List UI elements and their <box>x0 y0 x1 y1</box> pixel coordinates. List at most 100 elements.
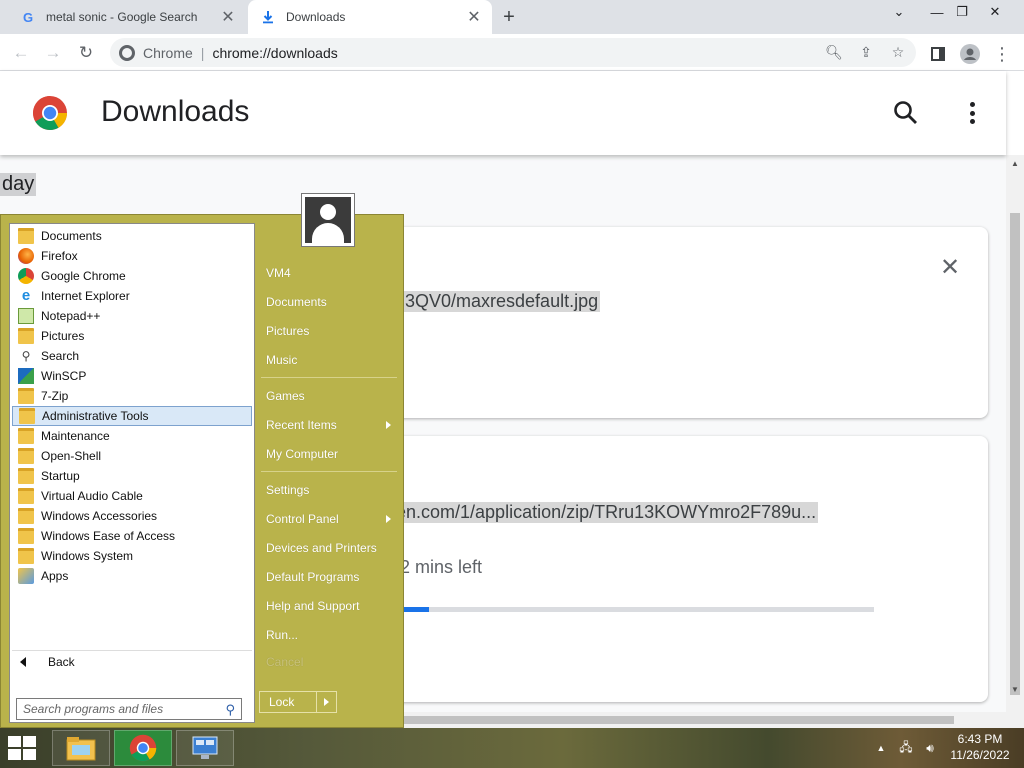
remove-download-icon[interactable]: ✕ <box>938 254 962 281</box>
side-panel-icon[interactable] <box>926 42 950 66</box>
program-label: Firefox <box>41 249 78 263</box>
browser-toolbar: ← → ↻ Chrome | chrome://downloads 🔍︎ ⇪ ☆… <box>0 34 1024 71</box>
forward-button[interactable]: → <box>40 40 66 66</box>
back-arrow-icon <box>20 656 26 667</box>
start-item-help-support[interactable]: Help and Support <box>261 595 399 617</box>
restore-button[interactable]: ❐ <box>945 0 979 24</box>
folder-icon <box>18 488 34 504</box>
remote-desktop-icon <box>192 736 218 759</box>
search-downloads-icon[interactable] <box>892 99 920 127</box>
start-item-games[interactable]: Games <box>261 385 399 407</box>
taskbar-google-chrome[interactable] <box>114 730 172 766</box>
start-item-run[interactable]: Run... <box>261 624 399 646</box>
url-text: chrome://downloads <box>212 44 338 61</box>
folder-icon <box>18 468 34 484</box>
clock-date: 11/26/2022 <box>950 748 1010 762</box>
more-actions-icon[interactable] <box>960 99 984 127</box>
taskbar-remote-app[interactable] <box>176 730 234 766</box>
network-icon[interactable]: 🖧︎ <box>896 739 916 757</box>
scroll-down-arrow-icon[interactable]: ▼ <box>1006 681 1024 697</box>
program-item[interactable]: 7-Zip <box>12 386 252 406</box>
reload-button[interactable]: ↻ <box>73 40 99 66</box>
shutdown-options-button[interactable] <box>316 691 337 713</box>
program-item[interactable]: Pictures <box>12 326 252 346</box>
taskbar: ▲ 🖧︎ 🔊︎ 6:43 PM 11/26/2022 <box>0 728 1024 768</box>
close-tab-icon[interactable]: ✕ <box>218 7 238 27</box>
scroll-up-arrow-icon[interactable]: ▲ <box>1006 155 1024 171</box>
search-icon[interactable]: ⚲ <box>225 702 235 718</box>
program-label: Notepad++ <box>41 309 101 323</box>
search-placeholder: Search programs and files <box>23 702 164 716</box>
address-bar[interactable]: Chrome | chrome://downloads <box>110 38 916 67</box>
program-item[interactable]: Apps <box>12 566 252 586</box>
lock-button[interactable]: Lock <box>259 691 317 713</box>
user-avatar[interactable] <box>301 193 355 247</box>
internet-explorer-icon: e <box>21 287 31 304</box>
program-item[interactable]: Windows System <box>12 546 252 566</box>
chrome-menu-icon[interactable]: ⋮ <box>990 42 1014 66</box>
back-button[interactable]: ← <box>8 40 34 66</box>
program-label: Windows Ease of Access <box>41 529 176 543</box>
folder-icon <box>18 548 34 564</box>
program-item[interactable]: WinSCP <box>12 366 252 386</box>
tab-google-search[interactable]: G metal sonic - Google Search ✕ <box>8 0 246 34</box>
page-title: Downloads <box>101 95 250 128</box>
system-clock[interactable]: 6:43 PM 11/26/2022 <box>940 731 1020 763</box>
file-explorer-icon <box>66 737 96 761</box>
vertical-scrollbar[interactable]: ▲ ▼ <box>1006 155 1024 728</box>
program-item[interactable]: Virtual Audio Cable <box>12 486 252 506</box>
start-item-music[interactable]: Music <box>261 349 399 371</box>
chrome-logo-icon <box>32 95 68 131</box>
close-tab-icon[interactable]: ✕ <box>464 7 484 27</box>
start-item-my-computer[interactable]: My Computer <box>261 443 399 465</box>
tab-title: metal sonic - Google Search <box>46 10 198 24</box>
program-item[interactable]: Documents <box>12 226 252 246</box>
chevron-right-icon <box>324 698 329 706</box>
download-card: xxxxxxxxxxx3QV0/maxresdefault.jpg ✕ <box>304 227 988 418</box>
program-item[interactable]: Startup <box>12 466 252 486</box>
program-label: Virtual Audio Cable <box>41 489 143 503</box>
divider: | <box>200 44 205 61</box>
start-search-input[interactable]: Search programs and files ⚲ <box>16 698 242 720</box>
program-item[interactable]: Firefox <box>12 246 252 266</box>
taskbar-file-explorer[interactable] <box>52 730 110 766</box>
program-item[interactable]: Open-Shell <box>12 446 252 466</box>
back-button[interactable]: Back <box>12 650 252 672</box>
program-item[interactable]: Google Chrome <box>12 266 252 286</box>
bookmark-star-icon[interactable]: ☆ <box>886 40 910 64</box>
close-window-button[interactable]: ✕ <box>978 0 1012 24</box>
start-item-devices-printers[interactable]: Devices and Printers <box>261 537 399 559</box>
tab-strip: G metal sonic - Google Search ✕ Download… <box>0 0 1024 34</box>
winscp-icon <box>18 368 34 384</box>
program-item[interactable]: ⚲ Search <box>12 346 252 366</box>
program-item[interactable]: Windows Ease of Access <box>12 526 252 546</box>
start-item-recent-items[interactable]: Recent Items <box>261 414 399 436</box>
volume-icon[interactable]: 🔊︎ <box>920 739 940 757</box>
program-label: Open-Shell <box>41 449 102 463</box>
tab-downloads[interactable]: Downloads ✕ <box>248 0 492 34</box>
start-item-control-panel[interactable]: Control Panel <box>261 508 399 530</box>
windows-start-button[interactable] <box>8 736 38 760</box>
program-item[interactable]: e Internet Explorer <box>12 286 252 306</box>
folder-icon <box>18 448 34 464</box>
download-status: 2 mins left <box>400 557 483 577</box>
tab-search-chevron-icon[interactable]: ⌄ <box>882 0 916 24</box>
start-item-user[interactable]: VM4 <box>261 262 399 284</box>
program-item[interactable]: Windows Accessories <box>12 506 252 526</box>
show-hidden-icons-icon[interactable]: ▲ <box>874 739 888 757</box>
profile-avatar-icon[interactable] <box>958 42 982 66</box>
program-item[interactable]: Maintenance <box>12 426 252 446</box>
zoom-icon[interactable]: 🔍︎ <box>822 40 846 64</box>
program-label: Google Chrome <box>41 269 126 283</box>
start-item-settings[interactable]: Settings <box>261 479 399 501</box>
program-item[interactable]: Notepad++ <box>12 306 252 326</box>
share-icon[interactable]: ⇪ <box>854 40 878 64</box>
chrome-site-icon <box>119 44 135 61</box>
menu-divider <box>261 471 397 472</box>
start-item-pictures[interactable]: Pictures <box>261 320 399 342</box>
start-item-documents[interactable]: Documents <box>261 291 399 313</box>
program-item[interactable]: Administrative Tools <box>12 406 252 426</box>
start-item-default-programs[interactable]: Default Programs <box>261 566 399 588</box>
scrollbar-thumb[interactable] <box>1010 213 1020 695</box>
new-tab-button[interactable]: + <box>498 6 520 28</box>
